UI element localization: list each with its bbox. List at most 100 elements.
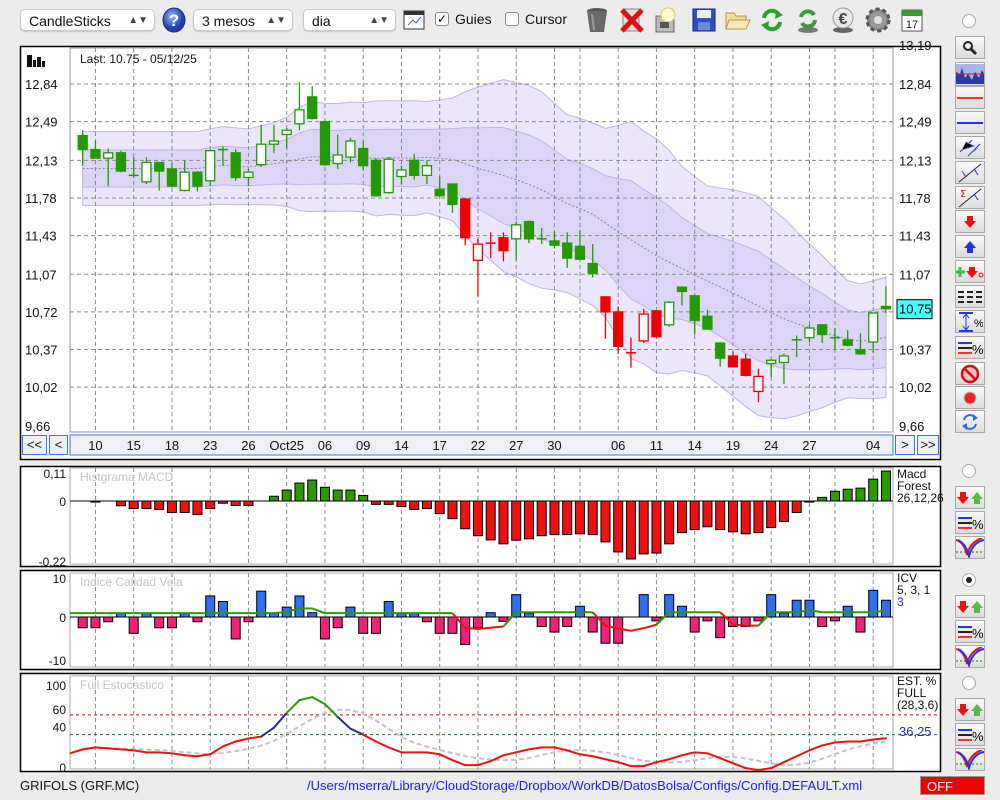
buy-arrow-button[interactable] (955, 235, 985, 258)
candle-body (638, 313, 649, 342)
range-percent-button[interactable]: % (955, 310, 985, 333)
stoch-k-segment (183, 754, 199, 758)
icv-bar (128, 616, 139, 634)
candle-body (383, 158, 394, 194)
record-button[interactable] (955, 386, 985, 409)
curve-button[interactable] (955, 748, 985, 771)
curve-icon (956, 537, 984, 558)
curve-button[interactable] (955, 536, 985, 559)
stoch-tick-label: 100 (46, 679, 66, 693)
candle-body (817, 324, 828, 336)
candle-body (281, 129, 292, 136)
icv-bar (243, 616, 254, 623)
candle-body (332, 154, 343, 165)
lines-percent-button[interactable]: % (955, 336, 985, 359)
macd-bar (638, 500, 649, 555)
candle-body (141, 161, 152, 183)
candle-body (319, 120, 331, 166)
icv-signal-segment (490, 625, 504, 629)
main-panel-radio[interactable] (962, 14, 976, 28)
lines-percent-button[interactable]: % (955, 723, 985, 746)
price-label-right: 12,13 (899, 153, 932, 168)
lines-percent-button[interactable]: % (955, 511, 985, 534)
blue-line-icon (957, 120, 983, 126)
red-line-button[interactable] (955, 86, 985, 109)
candle (319, 120, 331, 166)
macd-bar (434, 500, 445, 515)
prev-page-button[interactable]: < (49, 435, 68, 455)
buy-arrow-icon (964, 240, 976, 253)
macd-bar (855, 487, 866, 502)
icv-panel-radio[interactable] (962, 573, 976, 587)
icv-tick-label: -10 (49, 654, 67, 668)
macd-panel-radio[interactable] (962, 464, 976, 478)
price-label-right: 11,43 (899, 229, 931, 244)
icv-bar (702, 616, 713, 622)
blue-line-button[interactable] (955, 111, 985, 134)
legend-value: 3 (897, 595, 904, 609)
chart-thumbnail-icon (956, 64, 984, 84)
date-label: 22 (471, 438, 485, 453)
candle-body (103, 152, 114, 159)
macd-bar (574, 500, 585, 535)
macd-bar (166, 500, 177, 513)
swap-button[interactable] (955, 410, 985, 433)
swap-icon (961, 413, 979, 431)
candle-body (549, 240, 560, 246)
trendline-button[interactable] (955, 161, 985, 184)
macd-bar (268, 495, 279, 502)
signals-button[interactable] (955, 486, 985, 509)
lines-percent-button[interactable]: % (955, 620, 985, 643)
zoom-button[interactable] (955, 36, 985, 59)
macd-tick-label: -0,22 (39, 555, 67, 569)
first-page-button[interactable]: << (22, 435, 47, 455)
curve-button[interactable] (955, 645, 985, 668)
stoch-panel-radio[interactable] (962, 676, 976, 690)
icv-bar (421, 616, 432, 623)
icv-signal-segment (273, 610, 287, 615)
next-page-button[interactable]: > (895, 435, 915, 455)
macd-bar (460, 500, 471, 530)
candle-body (574, 245, 586, 260)
icv-bar (230, 616, 241, 640)
macd-tick-label: 0 (59, 495, 66, 509)
stoch-k-segment (158, 751, 173, 755)
macd-bar (447, 500, 458, 520)
macd-bar (727, 500, 738, 533)
macd-bar (154, 500, 165, 510)
stoch-k-segment (833, 740, 849, 744)
signals-button[interactable] (955, 595, 985, 618)
candle-body (166, 168, 178, 187)
signals-button[interactable] (955, 698, 985, 721)
add-signal-button[interactable] (955, 260, 985, 283)
date-label: 17 (432, 438, 446, 453)
macd-bar (498, 500, 509, 545)
signals-icon (957, 491, 983, 504)
macd-bar (243, 500, 254, 506)
icv-bar (804, 599, 815, 618)
chart-thumbnail-button[interactable] (955, 62, 985, 86)
macd-bar (536, 500, 547, 537)
candle-body (804, 327, 815, 339)
icv-bar (90, 616, 101, 629)
channel-button[interactable] (955, 136, 985, 159)
no-entry-button[interactable] (955, 362, 985, 385)
icv-tick-label: 0 (59, 611, 66, 625)
date-label: 18 (165, 438, 179, 453)
icv-bar (523, 612, 534, 618)
red-line-icon (957, 95, 983, 101)
date-label: 19 (726, 438, 740, 453)
icv-bar (103, 616, 114, 623)
config-path-link[interactable]: /Users/mserra/Library/CloudStorage/Dropb… (307, 778, 862, 793)
stoch-title: Full Estocastico (80, 678, 164, 692)
last-page-button[interactable]: >> (917, 435, 939, 455)
off-toggle-button[interactable]: OFF (920, 776, 985, 795)
dashes-button[interactable] (955, 285, 985, 308)
macd-bar (307, 479, 318, 502)
sigma-trendline-button[interactable]: Σ (955, 186, 985, 209)
candle-body (562, 242, 573, 259)
macd-bar (396, 500, 407, 508)
sell-arrow-button[interactable] (955, 210, 985, 233)
icv-bar (562, 616, 573, 627)
price-label-right: 11,78 (899, 191, 931, 206)
